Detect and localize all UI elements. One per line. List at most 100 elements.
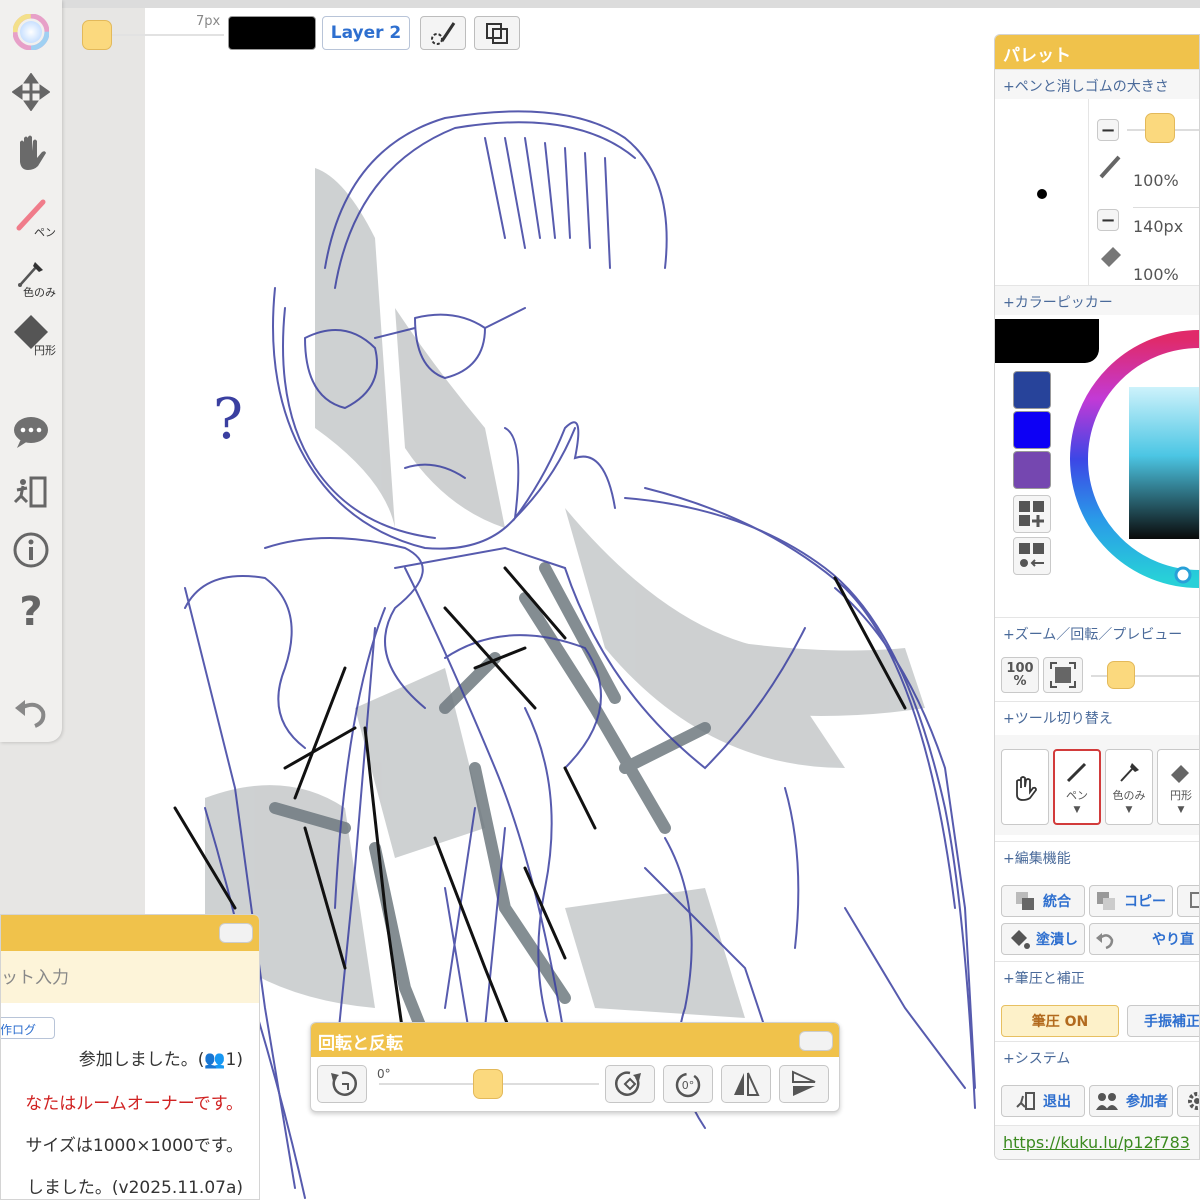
size-slider-track[interactable]	[112, 34, 224, 36]
hand-tool[interactable]	[0, 124, 62, 180]
redo-label: やり直	[1152, 932, 1194, 948]
section-zoom-header[interactable]: +ズーム／回転／プレビュー	[995, 617, 1199, 647]
fit-screen-button[interactable]	[1043, 657, 1083, 693]
chat-input[interactable]: ット入力	[1, 951, 259, 1003]
exit-label: 退出	[1043, 1094, 1071, 1110]
exit-button[interactable]: 退出	[1001, 1085, 1085, 1117]
chat-message-2: なたはルームオーナーです。	[25, 1094, 243, 1114]
svg-text:0°: 0°	[682, 1079, 695, 1092]
zoom-slider-thumb[interactable]	[1107, 661, 1135, 689]
eraser-icon	[1101, 247, 1121, 267]
chat-log-tab[interactable]: 作ログ	[1, 1017, 55, 1039]
add-swatch-button[interactable]	[1013, 495, 1051, 533]
chat-panel: ット入力 作ログ 参加しました。(👥1) なたはルームオーナーです。 サイズは1…	[0, 914, 260, 1200]
pen-tool[interactable]: ペン	[0, 186, 62, 242]
move-arrows-icon	[12, 73, 50, 111]
minus-icon: −	[1100, 119, 1116, 141]
section-tools-header[interactable]: +ツール切り替え	[995, 701, 1199, 731]
rotation-angle: 0°	[377, 1067, 391, 1081]
chat-header	[1, 915, 259, 951]
pen-size-slider-thumb[interactable]	[1145, 113, 1175, 143]
flip-vertical-button[interactable]	[779, 1065, 829, 1103]
pen-size-minus-button[interactable]: −	[1097, 119, 1119, 141]
merge-button[interactable]: 統合	[1001, 885, 1085, 917]
chat-minimize-button[interactable]	[219, 923, 253, 943]
section-size-header[interactable]: +ペンと消しゴムの大きさ	[995, 69, 1199, 99]
canvas-resize-button[interactable]	[474, 16, 520, 50]
edit-extra-button[interactable]	[1177, 885, 1199, 917]
eyedropper-tool[interactable]: 色のみ	[0, 246, 62, 302]
rotate-reset-zero-button[interactable]: 0°	[663, 1065, 713, 1103]
chat-message-4: しました。(v2025.11.07a)	[26, 1178, 243, 1198]
switch-hand-button[interactable]	[1001, 749, 1049, 825]
rotate-minimize-button[interactable]	[799, 1031, 833, 1051]
rotation-slider-thumb[interactable]	[473, 1069, 503, 1099]
exit-door-icon	[13, 476, 47, 508]
minus-icon: −	[1100, 209, 1116, 231]
rotate-right-icon	[615, 1071, 641, 1096]
zoom-100-button[interactable]: 100 %	[1001, 657, 1039, 693]
chat-tool[interactable]	[0, 404, 62, 460]
section-edit-header[interactable]: +編集機能	[995, 841, 1199, 871]
undo-tool[interactable]	[0, 684, 62, 740]
fill-button[interactable]: 塗潰し	[1001, 923, 1085, 955]
color-picker-wheel[interactable]	[1069, 325, 1200, 605]
eyedropper-tool-label: 色のみ	[23, 286, 56, 299]
fit-screen-icon	[1050, 662, 1076, 688]
rotate-reset-button[interactable]	[317, 1065, 367, 1103]
layer-button[interactable]: Layer 2	[322, 16, 410, 50]
grid-swap-icon	[1019, 543, 1044, 567]
eraser-opacity-value: 100%	[1133, 265, 1179, 284]
brush-size-label: 7px	[196, 14, 221, 29]
participants-icon	[1096, 1093, 1118, 1110]
pen-settings-icon	[431, 22, 456, 45]
redo-button[interactable]: やり直	[1089, 923, 1199, 955]
settings-button[interactable]	[1177, 1085, 1199, 1117]
pencil-icon	[1099, 155, 1121, 179]
shape-tool[interactable]: 円形	[0, 304, 62, 360]
flip-horizontal-button[interactable]	[721, 1065, 771, 1103]
paint-bucket-icon	[1011, 930, 1030, 949]
current-color-box[interactable]	[228, 16, 316, 50]
info-tool[interactable]	[0, 522, 62, 578]
merge-label: 統合	[1043, 894, 1071, 910]
section-color-header[interactable]: +カラーピッカー	[995, 285, 1199, 315]
eraser-size-minus-button[interactable]: −	[1097, 209, 1119, 231]
rotate-right-button[interactable]	[605, 1065, 655, 1103]
tool-settings-button[interactable]	[420, 16, 466, 50]
brush-dot	[1037, 189, 1047, 199]
eraser-size-value: 140px	[1133, 217, 1184, 236]
switch-pen-button[interactable]: ペン ▼	[1053, 749, 1101, 825]
svg-text:?: ?	[19, 589, 42, 631]
section-system-header[interactable]: +システム	[995, 1041, 1199, 1071]
copy-button[interactable]: コピー	[1089, 885, 1173, 917]
swatch-1[interactable]	[1013, 371, 1051, 409]
swap-swatch-button[interactable]	[1013, 537, 1051, 575]
switch-shape-button[interactable]: 円形 ▼	[1157, 749, 1199, 825]
tools-row: ペン ▼ 色のみ ▼ 円形 ▼	[995, 735, 1199, 835]
color-wheel-tool[interactable]	[0, 4, 62, 60]
palette-panel: パレット +ペンと消しゴムの大きさ − 100% − 140px 100% +カ…	[994, 34, 1200, 1160]
info-icon	[13, 532, 49, 568]
fill-label: 塗潰し	[1036, 932, 1078, 948]
merge-layers-icon	[1016, 892, 1034, 910]
participants-button[interactable]: 参加者	[1089, 1085, 1173, 1117]
hand-icon	[20, 135, 46, 170]
eraser-icon	[1171, 765, 1189, 783]
chat-bubble-icon	[14, 417, 48, 448]
move-tool[interactable]	[0, 64, 62, 120]
stabilizer-button[interactable]: 手振補正	[1127, 1005, 1199, 1037]
flip-vertical-icon	[792, 1070, 816, 1096]
room-link[interactable]: https://kuku.lu/p12f783	[995, 1125, 1199, 1159]
zoom-unit: %	[1013, 674, 1027, 689]
size-slider-thumb[interactable]	[82, 20, 112, 50]
dropdown-arrow-icon: ▼	[1073, 805, 1081, 815]
swatch-2[interactable]	[1013, 411, 1051, 449]
pressure-on-button[interactable]: 筆圧 ON	[1001, 1005, 1119, 1037]
switch-eyedropper-button[interactable]: 色のみ ▼	[1105, 749, 1153, 825]
help-tool[interactable]: ?	[0, 582, 62, 638]
exit-tool[interactable]	[0, 464, 62, 520]
chat-message-1: 参加しました。(👥1)	[78, 1050, 243, 1070]
swatch-3[interactable]	[1013, 451, 1051, 489]
section-pressure-header[interactable]: +筆圧と補正	[995, 961, 1199, 991]
